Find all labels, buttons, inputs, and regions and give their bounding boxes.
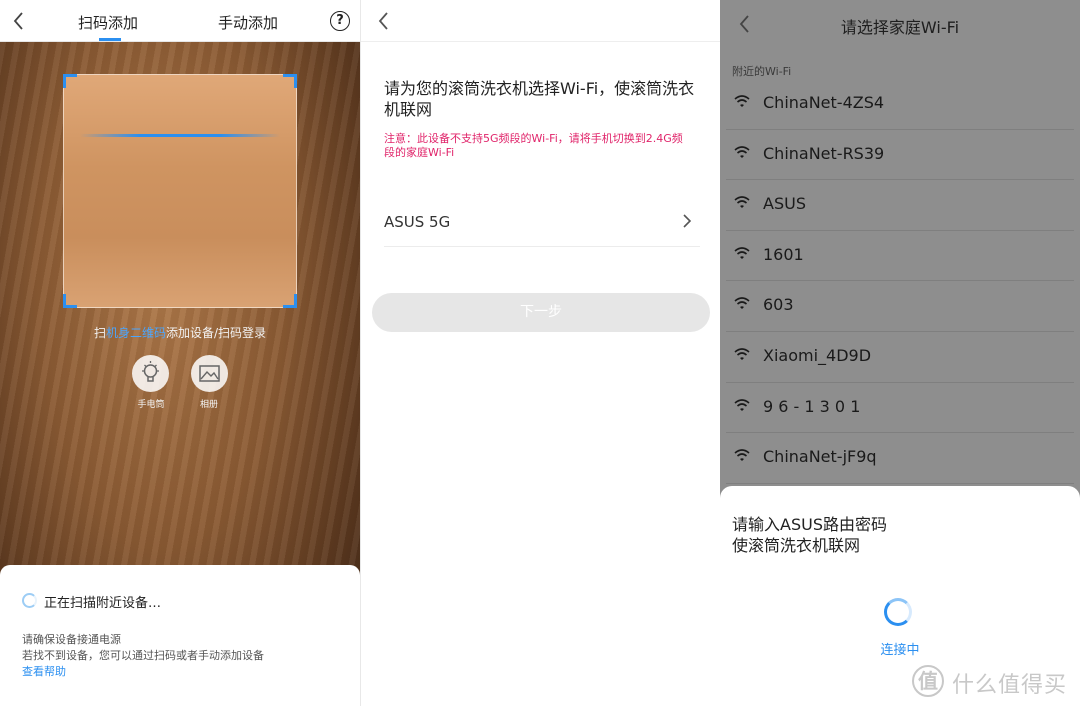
watermark-logo: 值 xyxy=(912,665,944,697)
divider xyxy=(726,482,1074,484)
wifi-list-screen: 请选择家庭Wi-Fi 附近的Wi-Fi ChinaNet-4ZS4 ChinaNe… xyxy=(720,0,1080,706)
flashlight-label: 手电筒 xyxy=(137,400,165,410)
wifi-network-name: Xiaomi_4D9D xyxy=(763,346,872,365)
scan-hint-suffix: 添加设备/扫码登录 xyxy=(165,326,267,340)
wifi-network-name: ChinaNet-RS39 xyxy=(763,143,885,163)
chevron-right-icon xyxy=(683,214,692,228)
loading-spinner-icon xyxy=(22,593,37,608)
wifi-network-name: ChinaNet-4ZS4 xyxy=(763,93,885,112)
scan-frame xyxy=(63,74,297,308)
wifi-network-row[interactable]: Xiaomi_4D9D xyxy=(720,332,1080,383)
album-label: 相册 xyxy=(199,400,218,410)
album-button[interactable] xyxy=(191,355,228,392)
scan-hint-highlight: 机身二维码 xyxy=(105,326,166,340)
watermark-text: 什么值得买 xyxy=(952,673,1068,698)
wifi-select-screen: 请为您的滚筒洗衣机选择Wi-Fi，使滚筒洗衣机联网 注意：此设备不支持5G频段的… xyxy=(360,0,720,706)
wifi-icon xyxy=(734,247,750,259)
connecting-status: 连接中 xyxy=(880,643,920,658)
wifi-network-name: 9 6 - 1 3 0 1 xyxy=(763,396,861,416)
wifi-network-name: 1601 xyxy=(763,244,804,264)
wifi-list-top-bar: 请选择家庭Wi-Fi xyxy=(720,0,1080,44)
tip-not-found: 若找不到设备，您可以通过扫码或者手动添加设备 xyxy=(22,649,264,662)
warning-note: 注意：此设备不支持5G频段的Wi-Fi，请将手机切换到2.4G频段的家庭Wi-F… xyxy=(384,132,683,159)
back-arrow-icon[interactable] xyxy=(10,10,28,32)
wifi-network-row[interactable]: 1601 xyxy=(720,231,1080,282)
scan-corner-bottom-left xyxy=(63,294,77,308)
page-title: 请选择家庭Wi-Fi xyxy=(840,18,960,37)
wifi-icon xyxy=(734,196,750,209)
scan-corner-top-left xyxy=(63,74,77,88)
section-label: 附近的Wi-Fi xyxy=(732,65,792,78)
scan-add-screen: 扫码添加 手动添加 ? 扫机身二维码添加设备/扫码登录 手电筒 相册 正在扫描附… xyxy=(0,0,360,706)
wifi-icon xyxy=(734,348,750,360)
scan-hint: 扫机身二维码添加设备/扫码登录 xyxy=(0,324,360,341)
scan-corner-top-right xyxy=(283,74,297,88)
watermark: 值 什么值得买 xyxy=(912,662,1072,700)
wifi-icon xyxy=(734,145,750,158)
selected-wifi-name: ASUS 5G xyxy=(384,213,451,231)
picture-icon xyxy=(199,365,220,382)
scan-corner-bottom-right xyxy=(283,294,297,308)
loading-spinner-icon xyxy=(884,598,912,626)
scanning-status: 正在扫描附近设备… xyxy=(44,596,162,611)
help-link[interactable]: 查看帮助 xyxy=(22,663,66,679)
tip-power: 请确保设备接通电源 xyxy=(22,633,121,646)
flashlight-button[interactable] xyxy=(132,355,169,392)
wifi-network-row[interactable]: ChinaNet-4ZS4 xyxy=(720,79,1080,130)
wifi-network-row[interactable]: 603 xyxy=(720,281,1080,332)
wifi-icon xyxy=(734,398,750,411)
wifi-network-name: ASUS xyxy=(763,194,806,214)
wifi-network-name: ChinaNet-jF9q xyxy=(763,447,877,467)
wifi-select-top-bar xyxy=(361,0,720,42)
wifi-network-row[interactable]: 9 6 - 1 3 0 1 xyxy=(720,383,1080,434)
tab-scan-add[interactable]: 扫码添加 xyxy=(78,12,138,33)
wifi-network-row[interactable]: ASUS xyxy=(720,180,1080,231)
tab-manual-add[interactable]: 手动添加 xyxy=(218,12,278,33)
sheet-line-2: 使滚筒洗衣机联网 xyxy=(732,536,861,555)
wifi-network-row[interactable]: ChinaNet-RS39 xyxy=(720,130,1080,181)
wifi-icon xyxy=(734,449,750,462)
scan-line xyxy=(80,134,280,137)
lightbulb-icon xyxy=(142,361,159,382)
selected-wifi-row[interactable]: ASUS 5G xyxy=(384,197,700,247)
wifi-icon xyxy=(734,297,750,310)
wifi-icon xyxy=(734,95,750,107)
page-title: 请为您的滚筒洗衣机选择Wi-Fi，使滚筒洗衣机联网 xyxy=(384,79,695,119)
scan-hint-prefix: 扫 xyxy=(93,326,106,340)
wifi-network-row[interactable]: ChinaNet-jF9q xyxy=(720,433,1080,484)
next-step-button[interactable]: 下一步 xyxy=(372,293,710,332)
active-tab-indicator xyxy=(99,38,121,41)
wifi-network-name: 603 xyxy=(763,295,794,315)
scan-top-bar: 扫码添加 手动添加 ? xyxy=(0,0,360,42)
help-icon[interactable]: ? xyxy=(330,11,350,31)
back-arrow-icon[interactable] xyxy=(375,10,393,32)
